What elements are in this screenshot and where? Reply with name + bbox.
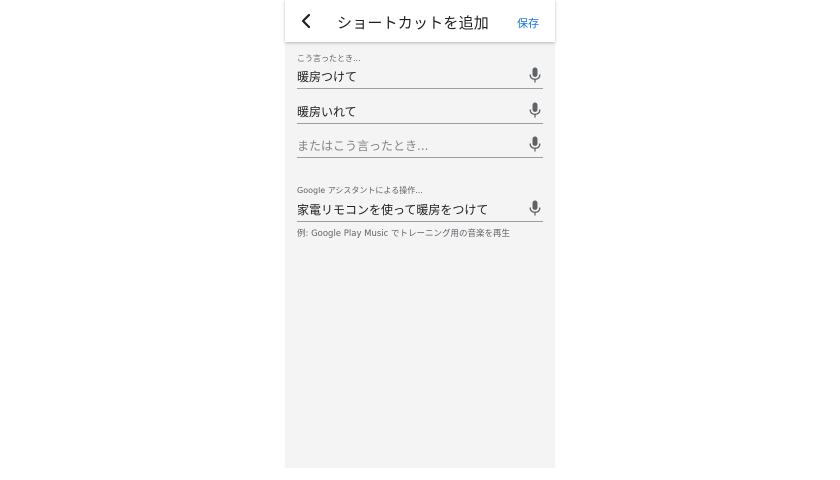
screen: ショートカットを追加 保存 こう言ったとき... 暖房つけて 暖房いれて または…: [0, 0, 840, 480]
app-bar: ショートカットを追加 保存: [285, 0, 555, 42]
phrase-field-empty[interactable]: またはこう言ったとき...: [297, 133, 543, 158]
action-field[interactable]: 家電リモコンを使って暖房をつけて: [297, 197, 543, 222]
microphone-icon[interactable]: [529, 200, 541, 217]
phrase-field-1[interactable]: 暖房つけて: [297, 64, 543, 89]
action-section-label: Google アシスタントによる操作...: [297, 186, 423, 195]
back-button[interactable]: [297, 12, 315, 30]
phrase-section-label: こう言ったとき...: [297, 54, 361, 63]
microphone-icon[interactable]: [529, 102, 541, 119]
phrase-field-2[interactable]: 暖房いれて: [297, 99, 543, 124]
phrase-placeholder[interactable]: またはこう言ったとき...: [297, 137, 428, 154]
microphone-icon[interactable]: [529, 136, 541, 153]
phrase-text-1[interactable]: 暖房つけて: [297, 68, 357, 85]
save-button[interactable]: 保存: [517, 15, 539, 31]
action-hint: 例: Google Play Music でトレーニング用の音楽を再生: [297, 229, 511, 239]
action-text[interactable]: 家電リモコンを使って暖房をつけて: [297, 201, 488, 218]
phrase-text-2[interactable]: 暖房いれて: [297, 103, 357, 120]
microphone-icon[interactable]: [529, 67, 541, 84]
page-title: ショートカットを追加: [337, 14, 490, 32]
phone-screen: ショートカットを追加 保存 こう言ったとき... 暖房つけて 暖房いれて または…: [285, 0, 555, 468]
chevron-left-icon: [301, 13, 311, 29]
